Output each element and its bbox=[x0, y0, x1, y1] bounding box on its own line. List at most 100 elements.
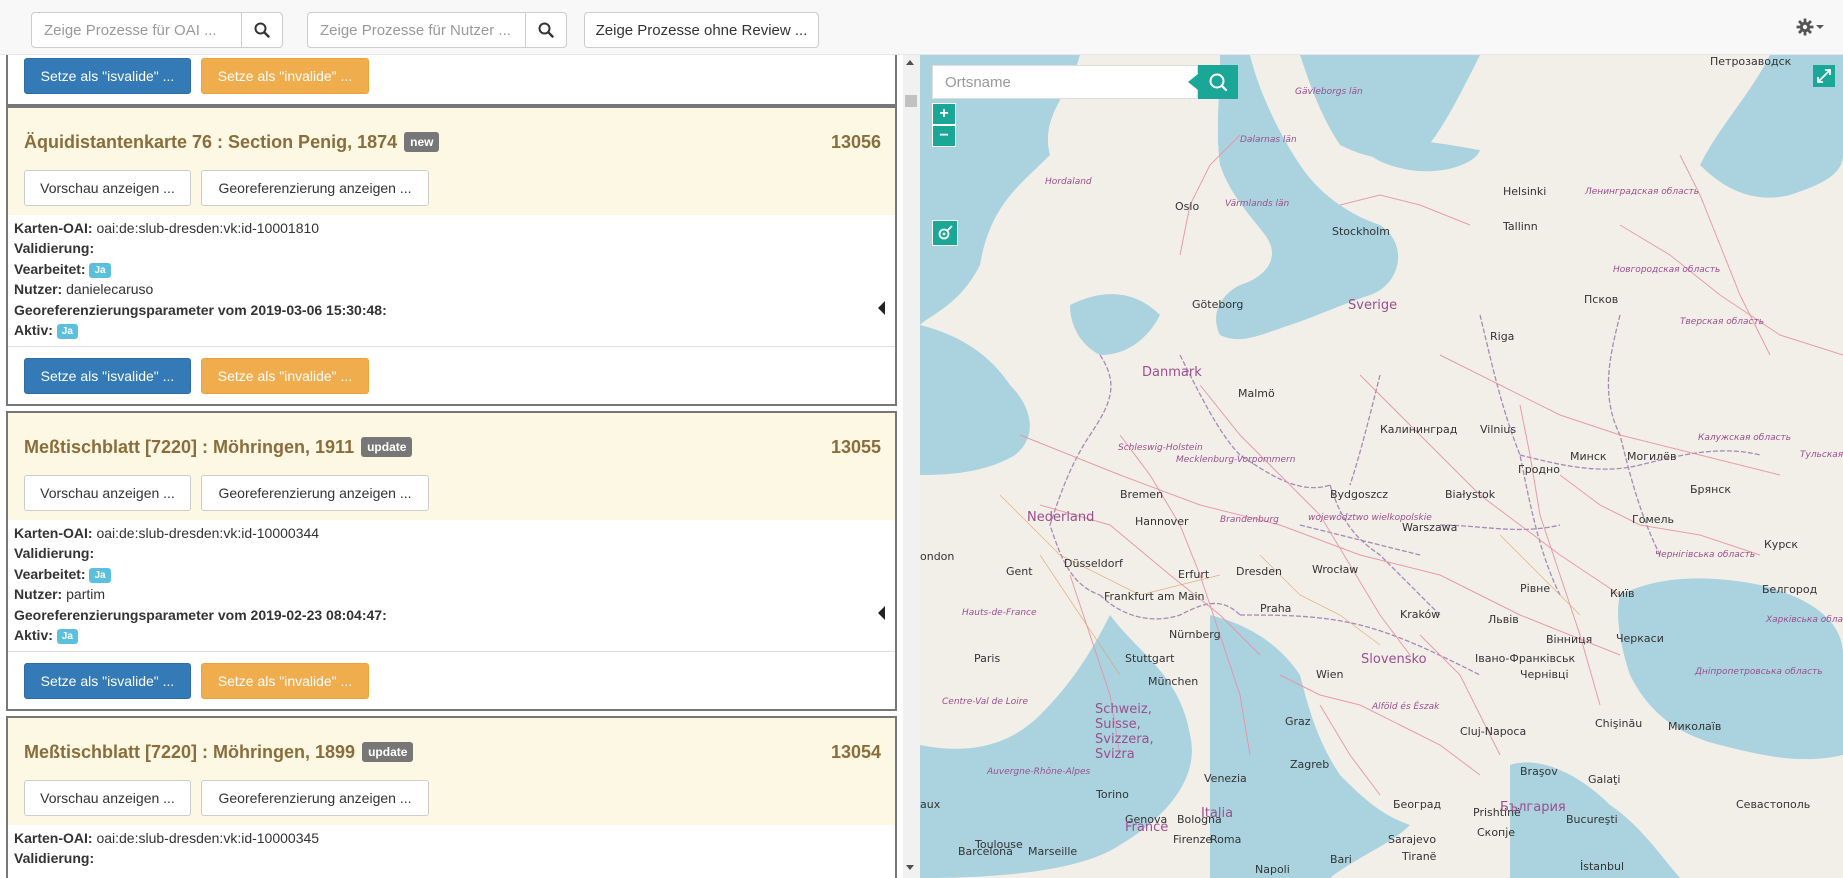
preview-button[interactable]: Vorschau anzeigen ... bbox=[24, 475, 191, 511]
map-place-label: Białystok bbox=[1445, 488, 1496, 501]
collapse-caret-icon[interactable] bbox=[878, 606, 885, 620]
map-place-label: Львів bbox=[1488, 613, 1519, 626]
process-card-partial: Setze als "isvalide" ... Setze als "inva… bbox=[6, 55, 897, 106]
map-place-label: Stockholm bbox=[1332, 225, 1390, 238]
georef-button[interactable]: Georeferenzierung anzeigen ... bbox=[201, 780, 429, 816]
map-place-label: Wrocław bbox=[1312, 563, 1359, 576]
collapse-caret-icon[interactable] bbox=[878, 301, 885, 315]
georef-button[interactable]: Georeferenzierung anzeigen ... bbox=[201, 170, 429, 206]
map-place-label: Вінниця bbox=[1546, 633, 1593, 646]
review-filter-button[interactable]: Zeige Prozesse ohne Review ... bbox=[584, 12, 819, 48]
user-label: Nutzer: bbox=[14, 586, 63, 602]
map-place-label: Псков bbox=[1584, 293, 1619, 306]
user-search-group bbox=[307, 12, 567, 48]
oai-search-button[interactable] bbox=[241, 12, 283, 48]
map-place-label: Helsinki bbox=[1503, 185, 1547, 198]
map-place-label: Cluj-Napoca bbox=[1460, 725, 1527, 738]
zoom-in-button[interactable]: + bbox=[932, 103, 956, 125]
map-place-label: Могилёв bbox=[1627, 450, 1677, 463]
map-region-label: Тульская области bbox=[1800, 450, 1843, 460]
search-icon bbox=[254, 22, 270, 38]
zoom-to-extent-button[interactable] bbox=[932, 220, 958, 246]
oai-line: Karten-OAI: oai:de:slub-dresden:vk:id-10… bbox=[14, 220, 319, 236]
map-view[interactable]: Петрозаводск Gävleborgs län Dalarnas län… bbox=[920, 55, 1843, 878]
map-place-label: Zagreb bbox=[1290, 758, 1330, 771]
map-place-label: aux bbox=[920, 798, 941, 811]
map-place-label: Калининград bbox=[1380, 423, 1458, 436]
map-place-label: Chişinău bbox=[1595, 717, 1643, 730]
map-place-label: Bremen bbox=[1120, 488, 1164, 501]
map-title: Meßtischblatt [7220] : Möhringen, 1899 bbox=[24, 742, 356, 762]
map-region-label: Ленинградская область bbox=[1585, 187, 1700, 197]
caret-down-icon bbox=[1816, 25, 1824, 29]
map-place-label: Galaţi bbox=[1588, 773, 1621, 786]
settings-dropdown[interactable] bbox=[1796, 18, 1824, 36]
map-region-label: Чернігівська область bbox=[1655, 550, 1756, 560]
process-list: Setze als "isvalide" ... Setze als "inva… bbox=[0, 55, 906, 878]
fullscreen-button[interactable] bbox=[1813, 65, 1835, 87]
map-place-label: Севастополь bbox=[1736, 798, 1811, 811]
map-region-label: Auvergne-Rhône-Alpes bbox=[987, 767, 1091, 777]
preview-button[interactable]: Vorschau anzeigen ... bbox=[24, 170, 191, 206]
user-search-input[interactable] bbox=[307, 12, 525, 48]
card-header: Meßtischblatt [7220] : Möhringen, 1899 u… bbox=[8, 718, 895, 825]
zoom-out-button[interactable]: − bbox=[932, 125, 956, 147]
map-country-label: Schweiz, Suisse, Svizzera, Svizra bbox=[1095, 702, 1154, 762]
scrollbar-thumb[interactable] bbox=[905, 95, 917, 107]
set-valid-button[interactable]: Setze als "isvalide" ... bbox=[24, 358, 191, 394]
place-search-button[interactable] bbox=[1188, 65, 1238, 99]
georef-button[interactable]: Georeferenzierung anzeigen ... bbox=[201, 475, 429, 511]
oai-line: Karten-OAI: oai:de:slub-dresden:vk:id-10… bbox=[14, 830, 319, 846]
set-invalid-button[interactable]: Setze als "invalide" ... bbox=[201, 358, 369, 394]
validation-line: Validierung: bbox=[14, 545, 94, 561]
scroll-down-arrow-icon[interactable] bbox=[906, 865, 914, 870]
process-id: 13055 bbox=[830, 437, 881, 457]
oai-label: Karten-OAI: bbox=[14, 830, 93, 846]
user-search-button[interactable] bbox=[525, 12, 567, 48]
active-line: Aktiv: Ja bbox=[14, 322, 78, 339]
map-place-label: Roma bbox=[1210, 833, 1242, 846]
map-place-label: Riga bbox=[1490, 330, 1515, 343]
map-place-label: Київ bbox=[1610, 587, 1635, 600]
set-invalid-button[interactable]: Setze als "invalide" ... bbox=[201, 58, 369, 94]
oai-search-input[interactable] bbox=[31, 12, 241, 48]
map-region-label: Новгородская область bbox=[1613, 265, 1721, 275]
map-region-label: Centre-Val de Loire bbox=[942, 697, 1029, 707]
map-place-label: Bydgoszcz bbox=[1330, 488, 1389, 501]
map-place-label: Napoli bbox=[1255, 863, 1290, 876]
map-place-label: Tiranë bbox=[1402, 850, 1437, 863]
map-place-label: Venezia bbox=[1204, 772, 1247, 785]
map-place-label: Петрозаводск bbox=[1710, 55, 1792, 68]
map-place-label: München bbox=[1148, 675, 1199, 688]
map-place-label: Рівне bbox=[1520, 582, 1551, 595]
map-place-label: Stuttgart bbox=[1125, 652, 1175, 665]
search-icon bbox=[1209, 73, 1228, 92]
params-line: Georeferenzierungsparameter vom 2019-02-… bbox=[14, 607, 387, 623]
map-region-label: Hordaland bbox=[1045, 177, 1092, 187]
map-place-label: Nürnberg bbox=[1169, 628, 1221, 641]
set-valid-button[interactable]: Setze als "isvalide" ... bbox=[24, 58, 191, 94]
map-place-label: Минск bbox=[1570, 450, 1607, 463]
scroll-up-arrow-icon[interactable] bbox=[906, 60, 914, 65]
user-line: Nutzer: partim bbox=[14, 586, 105, 602]
map-country-label: Nederland bbox=[1027, 510, 1095, 525]
map-place-label: Graz bbox=[1285, 715, 1311, 728]
list-scrollbar[interactable] bbox=[903, 55, 920, 878]
preview-button[interactable]: Vorschau anzeigen ... bbox=[24, 780, 191, 816]
map-region-label: Калужская область bbox=[1698, 433, 1792, 443]
process-id: 13056 bbox=[830, 132, 881, 152]
set-invalid-button[interactable]: Setze als "invalide" ... bbox=[201, 663, 369, 699]
map-country-label: Italia bbox=[1201, 806, 1234, 821]
user-label: Nutzer: bbox=[14, 281, 63, 297]
status-badge: update bbox=[361, 437, 413, 457]
map-place-label: Миколаїв bbox=[1668, 720, 1722, 733]
map-place-label: Sarajevo bbox=[1388, 833, 1437, 846]
processed-line: Vearbeitet: Ja bbox=[14, 261, 111, 278]
place-search-input[interactable]: Ortsname bbox=[932, 65, 1198, 99]
map-title: Äquidistantenkarte 76 : Section Penig, 1… bbox=[24, 132, 398, 152]
map-place-label: Гомель bbox=[1632, 513, 1675, 526]
map-place-label: Praha bbox=[1260, 602, 1292, 615]
oai-line: Karten-OAI: oai:de:slub-dresden:vk:id-10… bbox=[14, 525, 319, 541]
active-line: Aktiv: Ja bbox=[14, 627, 78, 644]
set-valid-button[interactable]: Setze als "isvalide" ... bbox=[24, 663, 191, 699]
